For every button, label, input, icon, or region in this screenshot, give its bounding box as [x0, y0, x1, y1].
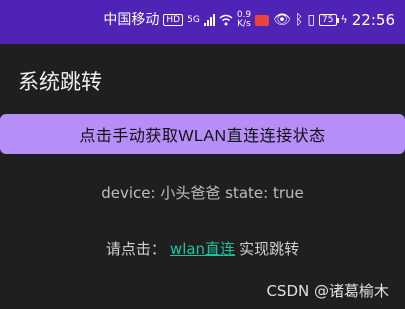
network-type-label: 5G	[187, 14, 200, 25]
eye-icon: 👁	[273, 12, 291, 28]
app-bar: 系统跳转	[0, 44, 405, 112]
notification-icon	[255, 14, 270, 26]
watermark: CSDN @诸葛榆木	[266, 282, 389, 300]
hd-icon: HD	[163, 14, 184, 26]
network-speed: 0.9 K/s	[237, 11, 251, 29]
page-title: 系统跳转	[18, 70, 102, 94]
wifi-icon	[219, 14, 233, 26]
wlan-direct-link[interactable]: wlan直连	[170, 240, 235, 258]
battery-icon: 75	[319, 14, 340, 26]
status-icons: 中国移动 HD 5G 0.9 K/s 👁 ᛒ ▯ 75 ϟ 22:56	[103, 11, 395, 29]
instruction-prefix: 请点击：	[105, 240, 166, 258]
bluetooth-icon: ᛒ	[294, 12, 304, 28]
carrier-label: 中国移动	[103, 12, 160, 28]
status-bar: 中国移动 HD 5G 0.9 K/s 👁 ᛒ ▯ 75 ϟ 22:56	[0, 0, 405, 44]
signal-icon	[203, 14, 215, 26]
get-wlan-status-button[interactable]: 点击手动获取WLAN直连连接状态	[0, 114, 405, 154]
status-time: 22:56	[351, 11, 395, 29]
instruction-suffix: 实现跳转	[239, 240, 300, 258]
vibrate-icon: ▯	[307, 12, 316, 28]
device-status-text: device: 小头爸爸 state: true	[101, 184, 304, 202]
speed-unit: K/s	[237, 19, 251, 29]
instruction-line: 请点击： wlan直连 实现跳转	[0, 238, 405, 259]
charging-icon: ϟ	[340, 13, 348, 26]
